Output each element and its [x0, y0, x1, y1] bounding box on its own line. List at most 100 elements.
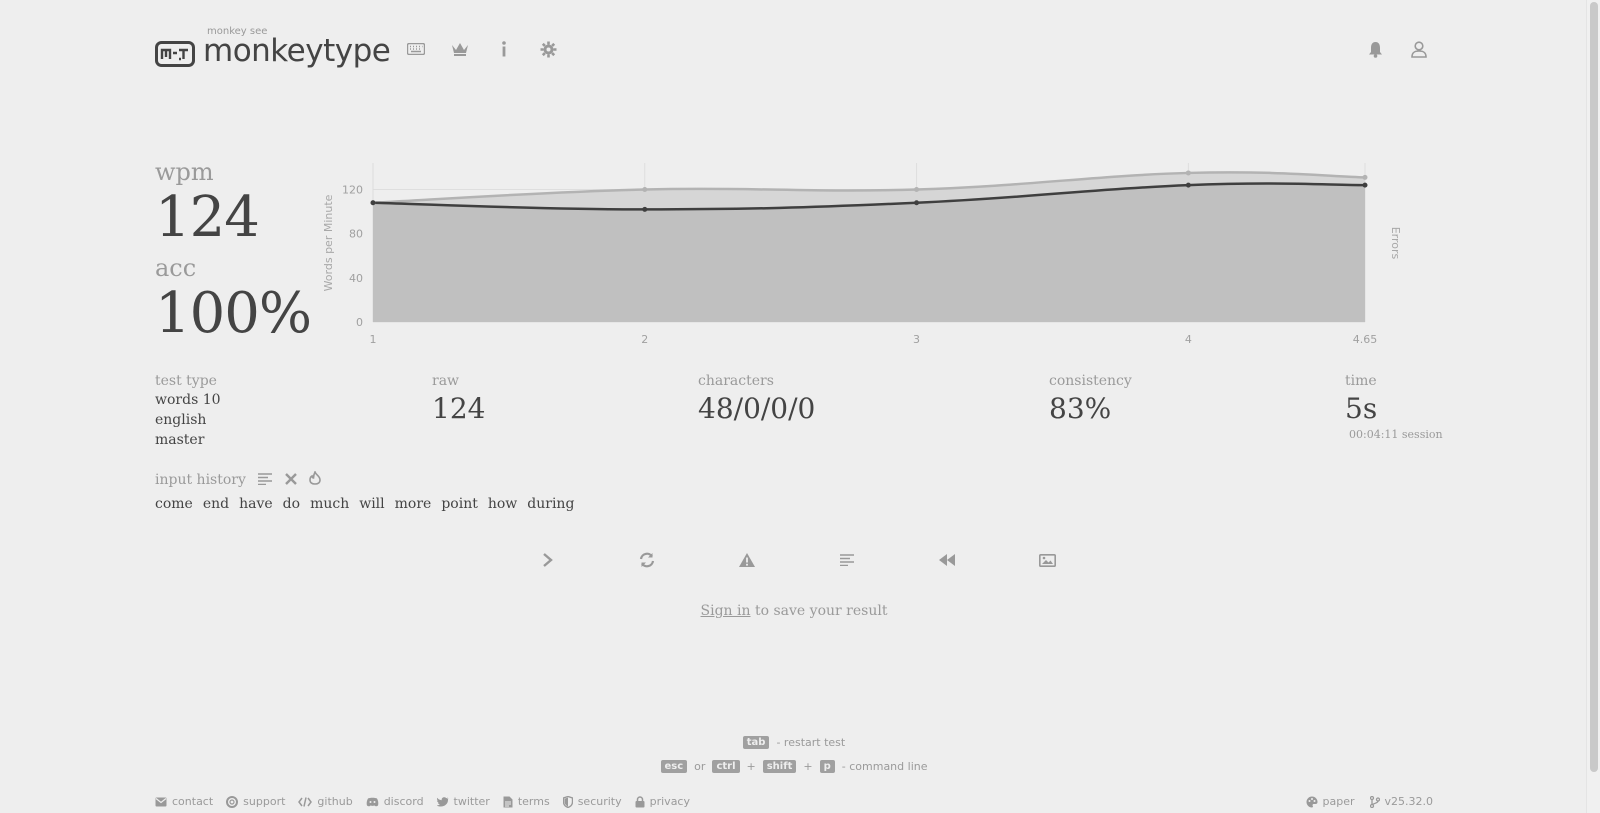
main-nav: [405, 38, 559, 60]
contact-icon: [155, 797, 167, 807]
characters-stat: characters 48/0/0/0: [698, 372, 815, 428]
header: monkey see monkeytype: [155, 22, 1430, 72]
gear-icon[interactable]: [537, 38, 559, 60]
words-list-icon[interactable]: [835, 548, 859, 572]
plus-text-2: +: [803, 759, 813, 773]
consistency-value[interactable]: 83%: [1049, 390, 1132, 428]
crown-icon[interactable]: [449, 38, 471, 60]
footer-link-label: security: [577, 795, 622, 808]
shift-key: shift: [762, 759, 797, 773]
result-actions: [520, 548, 1080, 572]
history-word[interactable]: how: [488, 496, 517, 512]
version-text: v25.32.0: [1384, 795, 1434, 808]
screenshot-icon[interactable]: [1035, 548, 1059, 572]
keyboard-icon[interactable]: [405, 38, 427, 60]
account-nav: [1364, 38, 1430, 60]
acc-label: acc: [155, 254, 197, 282]
next-test-icon[interactable]: [535, 548, 559, 572]
history-word[interactable]: end: [203, 496, 229, 512]
footer-link-contact[interactable]: contact: [155, 795, 213, 808]
theme-name: paper: [1322, 795, 1355, 808]
footer-link-discord[interactable]: discord: [366, 795, 424, 808]
raw-value[interactable]: 124: [432, 390, 485, 428]
history-word[interactable]: more: [395, 496, 432, 512]
series-1-point[interactable]: [914, 200, 920, 206]
keyboard-hints: tab - restart test esc or ctrl + shift +…: [0, 730, 1588, 778]
raw-stat: raw 124: [432, 372, 485, 428]
history-word[interactable]: much: [310, 496, 349, 512]
restart-icon[interactable]: [635, 548, 659, 572]
series-1-point[interactable]: [642, 206, 648, 212]
footer-link-privacy[interactable]: privacy: [635, 795, 690, 808]
support-icon: [226, 795, 239, 808]
consistency-label: consistency: [1049, 373, 1132, 389]
footer-link-security[interactable]: security: [562, 795, 622, 808]
time-label: time: [1345, 373, 1377, 389]
test-type-language: english: [155, 412, 207, 428]
series-0-point[interactable]: [1185, 170, 1191, 176]
history-word[interactable]: will: [359, 496, 384, 512]
copy-words-icon[interactable]: [257, 470, 273, 489]
footer-link-terms[interactable]: terms: [503, 795, 550, 808]
history-word[interactable]: come: [155, 496, 193, 512]
palette-icon: [1306, 796, 1317, 807]
characters-label: characters: [698, 373, 774, 389]
characters-value[interactable]: 48/0/0/0: [698, 390, 815, 428]
history-word[interactable]: do: [283, 496, 300, 512]
errors-only-icon[interactable]: [285, 470, 297, 489]
test-type-difficulty: master: [155, 432, 205, 448]
footer: contact support github discord twitter terms s…: [155, 795, 1433, 811]
acc-value[interactable]: 100%: [155, 282, 325, 346]
series-1-point[interactable]: [370, 200, 376, 206]
session-time: 00:04:11 session: [1349, 428, 1443, 441]
restart-hint-text: - restart test: [776, 735, 846, 749]
series-0-point[interactable]: [1362, 174, 1368, 180]
footer-link-label: github: [317, 795, 353, 808]
history-words: come end have do much will more point how during: [155, 496, 574, 512]
scrollbar-thumb[interactable]: [1590, 2, 1598, 772]
footer-link-label: contact: [172, 795, 214, 808]
logo-tagline: monkey see: [207, 26, 268, 37]
signin-link[interactable]: Sign in: [701, 603, 751, 619]
footer-link-twitter[interactable]: twitter: [436, 795, 490, 808]
series-0-point[interactable]: [642, 187, 648, 192]
time-value[interactable]: 5s: [1345, 390, 1443, 428]
input-history: input history come end have do much will more p…: [155, 469, 574, 512]
signin-prompt: Sign in to save your result: [0, 603, 1588, 619]
heatmap-icon[interactable]: [309, 469, 321, 489]
series-1-point[interactable]: [1362, 182, 1368, 188]
footer-link-github[interactable]: github: [298, 795, 353, 808]
x-tick-label: 2: [641, 333, 648, 346]
bell-icon[interactable]: [1364, 38, 1386, 60]
test-type-mode: words 10: [155, 392, 221, 408]
history-word[interactable]: have: [239, 496, 273, 512]
privacy-icon: [635, 795, 645, 808]
footer-link-support[interactable]: support: [226, 795, 285, 808]
footer-links: contact support github discord twitter terms s…: [155, 795, 690, 808]
logo-icon: [155, 40, 195, 67]
info-icon[interactable]: [493, 38, 515, 60]
version-button[interactable]: v25.32.0: [1369, 795, 1434, 808]
ctrl-key: ctrl: [712, 759, 740, 773]
user-icon[interactable]: [1408, 38, 1430, 60]
p-key: p: [819, 759, 835, 773]
chart-ylabel: Words per Minute: [322, 194, 335, 291]
x-tick-label: 4.65: [1353, 333, 1378, 346]
logo[interactable]: monkey see monkeytype: [155, 22, 391, 69]
wpm-value[interactable]: 124: [155, 186, 325, 250]
theme-button[interactable]: paper: [1306, 795, 1355, 808]
series-0-point[interactable]: [914, 187, 920, 192]
history-word[interactable]: during: [527, 496, 574, 512]
footer-link-label: support: [243, 795, 286, 808]
report-icon[interactable]: [735, 548, 759, 572]
footer-link-label: privacy: [649, 795, 690, 808]
y-tick-label: 0: [356, 316, 363, 329]
replay-icon[interactable]: [935, 548, 959, 572]
page-scrollbar[interactable]: [1586, 0, 1600, 813]
security-icon: [562, 795, 573, 808]
series-1-point[interactable]: [1185, 182, 1191, 188]
test-type-label: test type: [155, 373, 217, 389]
or-text: or: [694, 759, 706, 773]
history-word[interactable]: point: [441, 496, 478, 512]
y-tick-label: 120: [342, 184, 363, 197]
